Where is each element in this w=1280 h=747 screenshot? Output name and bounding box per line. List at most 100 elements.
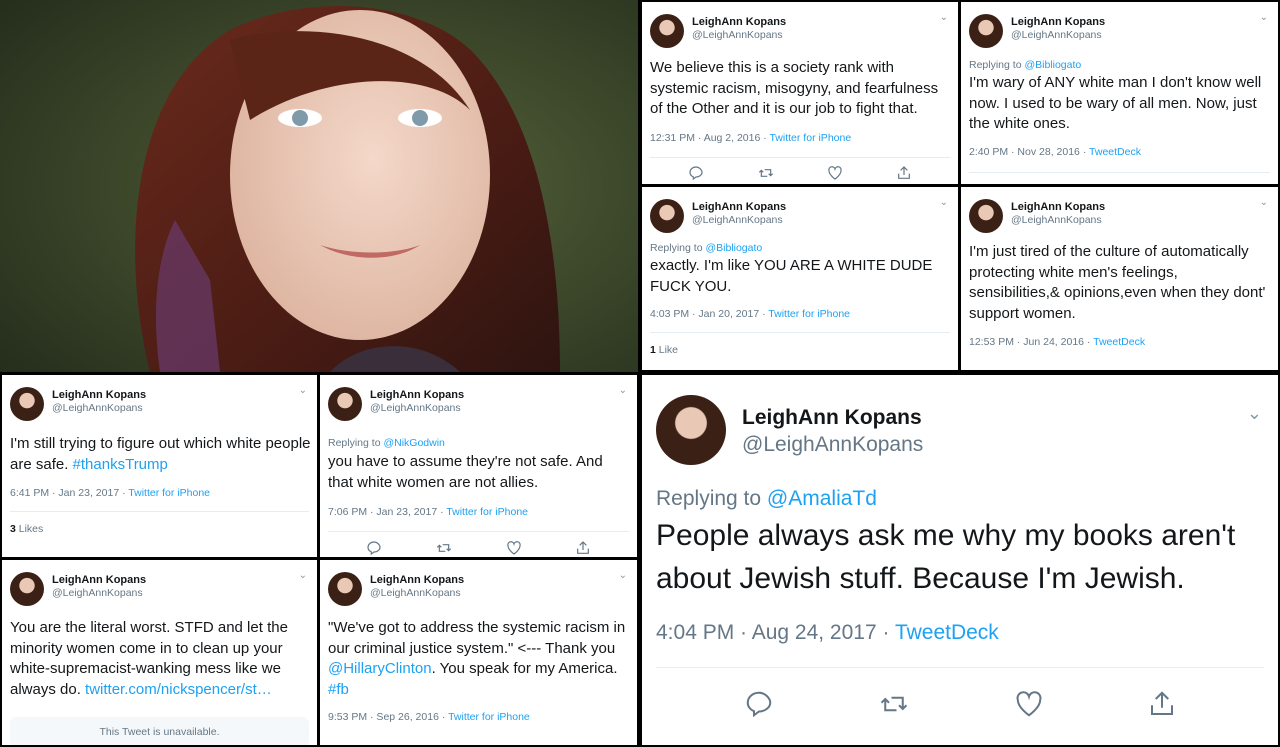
tweet-card[interactable]: LeighAnn Kopans @LeighAnnKopans ⌄ Replyi…: [320, 375, 637, 557]
retweet-icon[interactable]: [435, 540, 453, 556]
tweet-time: 7:06 PM · Jan 23, 2017 ·: [328, 506, 447, 518]
user-handle[interactable]: @LeighAnnKopans: [370, 402, 464, 415]
tweet-link[interactable]: twitter.com/nickspencer/st…: [85, 681, 272, 698]
tweet-source[interactable]: TweetDeck: [1089, 146, 1141, 158]
avatar[interactable]: [328, 572, 362, 606]
tweet-text-body-cont: . You speak for my America.: [431, 660, 618, 677]
reply-icon[interactable]: [688, 165, 704, 181]
tweet-text: We believe this is a society rank with s…: [650, 59, 939, 117]
tweet-header: LeighAnn Kopans @LeighAnnKopans: [328, 572, 464, 606]
avatar[interactable]: [328, 387, 362, 421]
user-handle[interactable]: @LeighAnnKopans: [370, 587, 464, 600]
tweet-card[interactable]: LeighAnn Kopans @LeighAnnKopans ⌄ You ar…: [2, 560, 317, 745]
tweet-header: LeighAnn Kopans @LeighAnnKopans: [969, 14, 1105, 48]
display-name[interactable]: LeighAnn Kopans: [370, 574, 464, 587]
divider: [969, 172, 1270, 173]
tweet-timestamp: 4:03 PM · Jan 20, 2017 · Twitter for iPh…: [650, 308, 850, 320]
display-name[interactable]: LeighAnn Kopans: [692, 16, 786, 29]
reply-mention-link[interactable]: @NikGodwin: [383, 437, 444, 449]
like-count[interactable]: 1 Like: [650, 344, 678, 356]
user-handle[interactable]: @LeighAnnKopans: [692, 214, 786, 227]
tweet-text: I'm just tired of the culture of automat…: [969, 243, 1266, 322]
tweet-header: LeighAnn Kopans @LeighAnnKopans: [650, 199, 786, 233]
retweet-icon[interactable]: [877, 689, 911, 719]
user-handle[interactable]: @LeighAnnKopans: [1011, 214, 1105, 227]
tweet-card[interactable]: LeighAnn Kopans @LeighAnnKopans ⌄ Replyi…: [961, 2, 1278, 184]
share-icon[interactable]: [575, 540, 591, 556]
tweet-timestamp: 4:04 PM · Aug 24, 2017 · TweetDeck: [656, 621, 999, 645]
reply-prefix: Replying to: [969, 59, 1025, 71]
replying-to: Replying to @NikGodwin: [328, 437, 445, 449]
chevron-down-icon[interactable]: ⌄: [1247, 403, 1262, 424]
reply-prefix: Replying to: [650, 242, 706, 254]
like-count[interactable]: 3 Likes: [10, 523, 43, 535]
tweet-source[interactable]: TweetDeck: [895, 621, 999, 644]
tweet-card[interactable]: LeighAnn Kopans @LeighAnnKopans ⌄ Replyi…: [642, 375, 1278, 745]
share-icon[interactable]: [1147, 689, 1177, 719]
tweet-card[interactable]: LeighAnn Kopans @LeighAnnKopans ⌄ "We've…: [320, 560, 637, 745]
replying-to: Replying to @AmaliaTd: [656, 487, 877, 511]
display-name[interactable]: LeighAnn Kopans: [52, 574, 146, 587]
tweet-source[interactable]: TweetDeck: [1093, 336, 1145, 348]
tweet-header: LeighAnn Kopans @LeighAnnKopans: [969, 199, 1105, 233]
tweet-timestamp: 6:41 PM · Jan 23, 2017 · Twitter for iPh…: [10, 487, 210, 499]
tweet-time: 12:31 PM · Aug 2, 2016 ·: [650, 132, 770, 144]
tweet-card[interactable]: LeighAnn Kopans @LeighAnnKopans ⌄ I'm ju…: [961, 187, 1278, 370]
tweet-card[interactable]: LeighAnn Kopans @LeighAnnKopans ⌄ Replyi…: [642, 187, 958, 370]
chevron-down-icon[interactable]: ⌄: [299, 385, 307, 396]
display-name[interactable]: LeighAnn Kopans: [370, 389, 464, 402]
reply-prefix: Replying to: [328, 437, 384, 449]
chevron-down-icon[interactable]: ⌄: [940, 197, 948, 208]
chevron-down-icon[interactable]: ⌄: [1260, 12, 1268, 23]
tweet-card[interactable]: LeighAnn Kopans @LeighAnnKopans ⌄ I'm st…: [2, 375, 317, 557]
tweet-source[interactable]: Twitter for iPhone: [768, 308, 850, 320]
avatar[interactable]: [10, 572, 44, 606]
avatar[interactable]: [650, 199, 684, 233]
chevron-down-icon[interactable]: ⌄: [619, 570, 627, 581]
display-name[interactable]: LeighAnn Kopans: [1011, 201, 1105, 214]
avatar[interactable]: [656, 395, 726, 465]
tweet-time: 2:40 PM · Nov 28, 2016 ·: [969, 146, 1090, 158]
tweet-time: 12:53 PM · Jun 24, 2016 ·: [969, 336, 1094, 348]
display-name[interactable]: LeighAnn Kopans: [692, 201, 786, 214]
tweet-source[interactable]: Twitter for iPhone: [448, 711, 530, 723]
like-icon[interactable]: [827, 165, 843, 181]
display-name[interactable]: LeighAnn Kopans: [52, 389, 146, 402]
chevron-down-icon[interactable]: ⌄: [1260, 197, 1268, 208]
reply-mention-link[interactable]: @Bibliogato: [705, 242, 762, 254]
like-icon[interactable]: [1014, 689, 1044, 719]
user-handle[interactable]: @LeighAnnKopans: [52, 587, 146, 600]
reply-icon[interactable]: [366, 540, 382, 556]
user-handle[interactable]: @LeighAnnKopans: [52, 402, 146, 415]
reply-mention-link[interactable]: @AmaliaTd: [767, 487, 877, 510]
mention-link[interactable]: @HillaryClinton: [328, 660, 432, 677]
avatar[interactable]: [969, 199, 1003, 233]
chevron-down-icon[interactable]: ⌄: [619, 385, 627, 396]
tweet-card[interactable]: LeighAnn Kopans @LeighAnnKopans ⌄ We bel…: [642, 2, 958, 184]
user-handle[interactable]: @LeighAnnKopans: [1011, 29, 1105, 42]
retweet-icon[interactable]: [757, 165, 775, 181]
avatar[interactable]: [650, 14, 684, 48]
hashtag-link[interactable]: #thanksTrump: [73, 456, 168, 473]
tweet-text: exactly. I'm like YOU ARE A WHITE DUDE F…: [650, 257, 933, 295]
chevron-down-icon[interactable]: ⌄: [299, 570, 307, 581]
share-icon[interactable]: [896, 165, 912, 181]
tweet-timestamp: 2:40 PM · Nov 28, 2016 · TweetDeck: [969, 146, 1141, 158]
tweet-source[interactable]: Twitter for iPhone: [128, 487, 210, 499]
tweet-header: LeighAnn Kopans @LeighAnnKopans: [328, 387, 464, 421]
user-handle[interactable]: @LeighAnnKopans: [742, 431, 923, 459]
like-icon[interactable]: [506, 540, 522, 556]
display-name[interactable]: LeighAnn Kopans: [1011, 16, 1105, 29]
hashtag-link[interactable]: #fb: [328, 681, 349, 698]
tweet-header: LeighAnn Kopans @LeighAnnKopans: [650, 14, 786, 48]
avatar[interactable]: [969, 14, 1003, 48]
chevron-down-icon[interactable]: ⌄: [940, 12, 948, 23]
user-handle[interactable]: @LeighAnnKopans: [692, 29, 786, 42]
display-name[interactable]: LeighAnn Kopans: [742, 405, 923, 431]
tweet-source[interactable]: Twitter for iPhone: [769, 132, 851, 144]
reply-mention-link[interactable]: @Bibliogato: [1024, 59, 1081, 71]
tweet-timestamp: 12:53 PM · Jun 24, 2016 · TweetDeck: [969, 336, 1145, 348]
reply-icon[interactable]: [744, 689, 774, 719]
avatar[interactable]: [10, 387, 44, 421]
tweet-source[interactable]: Twitter for iPhone: [446, 506, 528, 518]
